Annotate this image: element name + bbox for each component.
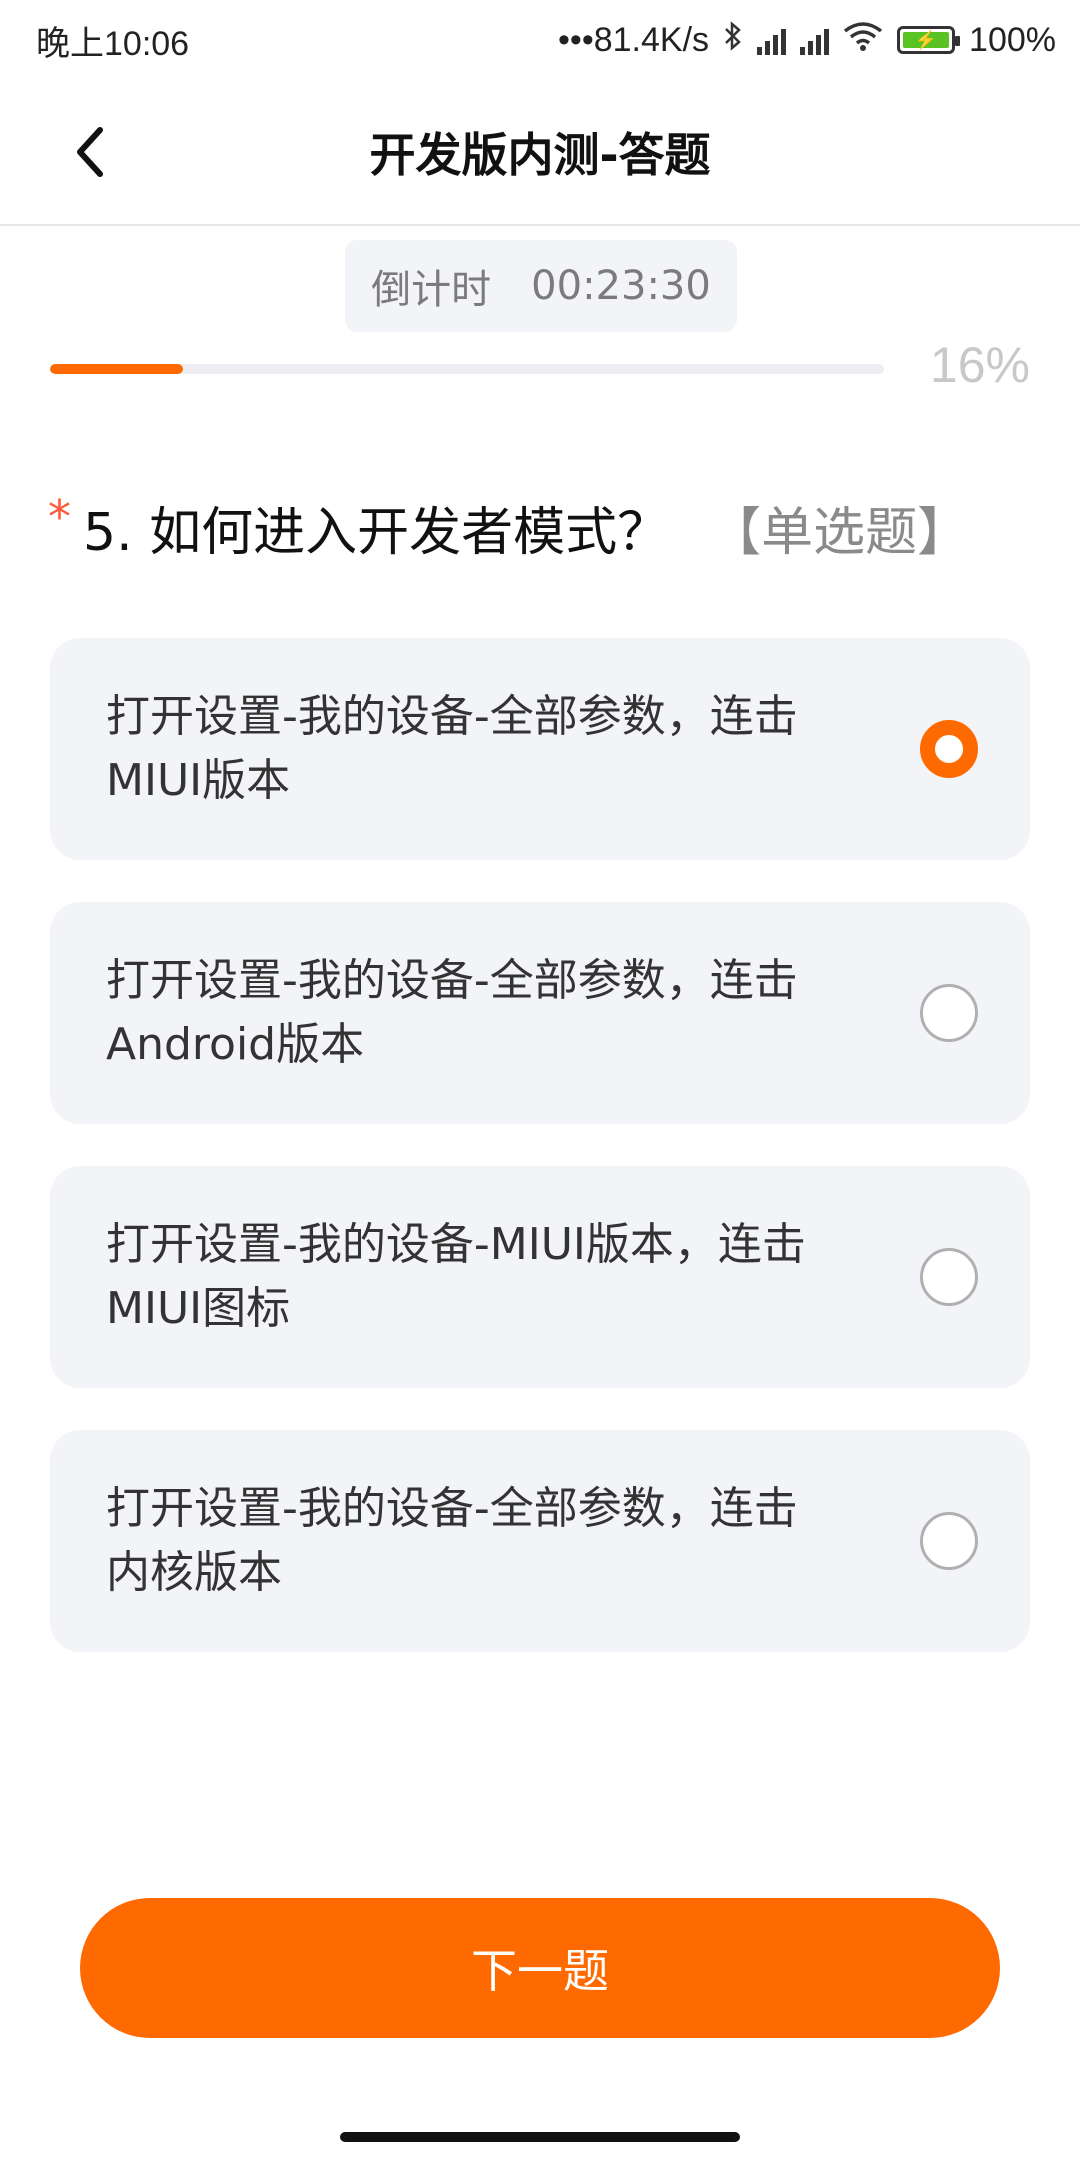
progress-percent: 16% <box>929 337 1030 393</box>
home-indicator[interactable] <box>340 2132 740 2142</box>
battery-level: 100% <box>969 20 1056 59</box>
countdown-value: 00:23:30 <box>531 263 711 309</box>
option-text: 打开设置-我的设备-MIUI版本，连击 MIUI图标 <box>106 1219 806 1334</box>
question-text: 5. 如何进入开发者模式？ <box>83 503 670 563</box>
option-1[interactable]: 打开设置-我的设备-全部参数，连击 MIUI版本 <box>50 638 1030 860</box>
question-type: 【单选题】 <box>709 503 970 563</box>
option-text: 打开设置-我的设备-全部参数，连击 MIUI版本 <box>106 691 798 806</box>
option-4[interactable]: 打开设置-我的设备-全部参数，连击 内核版本 <box>50 1430 1030 1652</box>
option-text: 打开设置-我的设备-全部参数，连击 Android版本 <box>106 955 798 1070</box>
chevron-left-icon <box>77 127 103 177</box>
option-3[interactable]: 打开设置-我的设备-MIUI版本，连击 MIUI图标 <box>50 1166 1030 1388</box>
option-text: 打开设置-我的设备-全部参数，连击 内核版本 <box>106 1483 798 1598</box>
required-mark: * <box>48 490 71 544</box>
radio-button[interactable] <box>920 720 978 778</box>
bluetooth-icon <box>723 20 743 61</box>
radio-button[interactable] <box>920 1248 978 1306</box>
status-bar: 晚上10:06 •••81.4K/s ⚡ 100% <box>0 0 1080 80</box>
battery-icon: ⚡ <box>897 26 961 54</box>
progress-bar <box>50 364 884 374</box>
network-speed: •••81.4K/s <box>558 20 710 59</box>
progress-fill <box>50 364 184 374</box>
countdown-timer: 倒计时 00:23:30 <box>345 240 737 332</box>
signal-icon <box>757 25 787 55</box>
back-button[interactable] <box>60 122 120 182</box>
page-title: 开发版内测-答题 <box>369 128 711 182</box>
question-title: * 5. 如何进入开发者模式？ 【单选题】 <box>48 490 1048 565</box>
radio-button[interactable] <box>920 984 978 1042</box>
status-icons: •••81.4K/s ⚡ 100% <box>558 20 1056 61</box>
option-2[interactable]: 打开设置-我的设备-全部参数，连击 Android版本 <box>50 902 1030 1124</box>
next-question-button[interactable]: 下一题 <box>80 1898 1000 2038</box>
header: 开发版内测-答题 <box>0 80 1080 226</box>
status-time: 晚上10:06 <box>36 24 190 63</box>
countdown-label: 倒计时 <box>371 267 492 313</box>
radio-button[interactable] <box>920 1512 978 1570</box>
signal-icon-2 <box>800 25 830 55</box>
wifi-icon <box>843 21 883 60</box>
